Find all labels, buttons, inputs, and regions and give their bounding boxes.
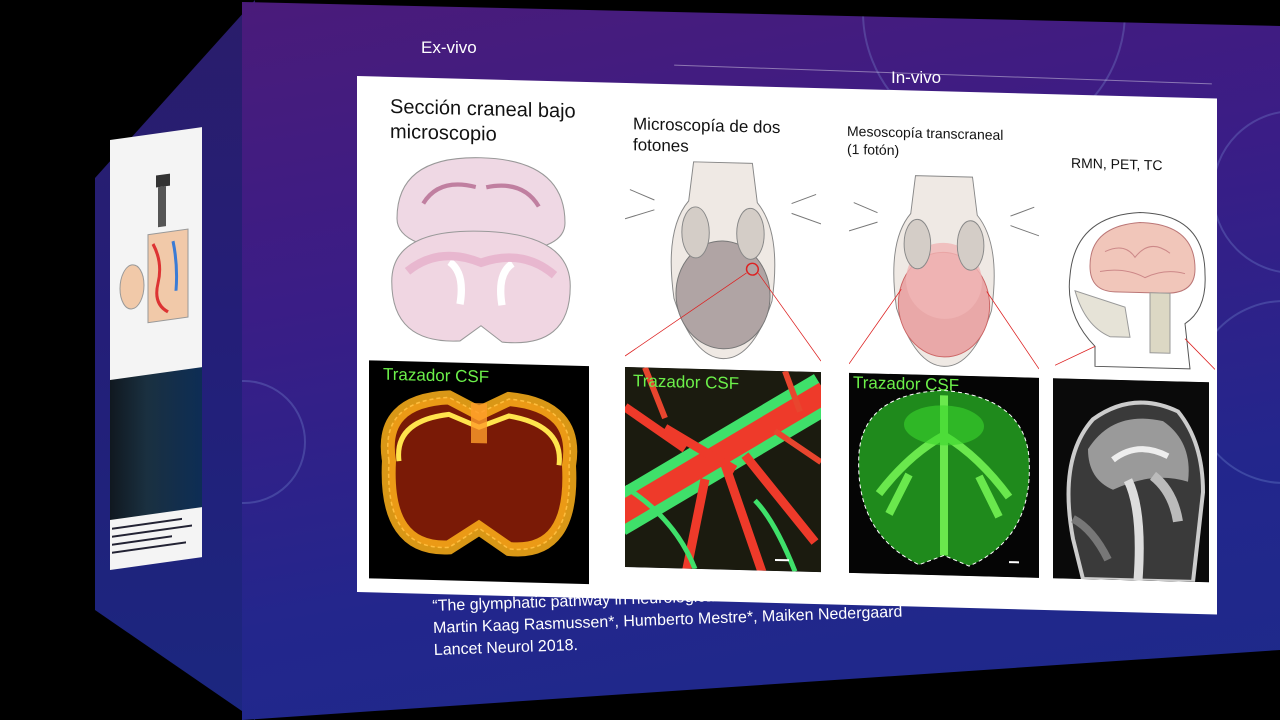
previous-slide-caption — [112, 513, 202, 559]
in-vivo-heading: In-vivo — [891, 68, 942, 87]
mri-sagittal-image — [1053, 378, 1209, 583]
previous-slide-images — [110, 367, 202, 520]
two-photon-tracer-image: Trazador CSF — [625, 367, 821, 573]
column-title-transcranial-mesoscopy: Mesoscopía transcraneal (1 fotón) — [847, 122, 1004, 158]
column-title-cranial-section: Sección craneal bajo microscopio — [390, 95, 576, 146]
mouse-head-two-photon-diagram — [625, 161, 821, 362]
tracer-label: Trazador CSF — [633, 371, 740, 394]
column-title-two-photon: Microscopía de dos fotones — [633, 114, 781, 156]
tracer-label: Trazador CSF — [383, 364, 490, 387]
imaging-methods-panel: Sección craneal bajo microscopio Trazado… — [357, 76, 1217, 615]
experimental-setup-diagram — [119, 173, 189, 324]
decor-ring — [242, 380, 306, 504]
mouse-head-mesoscopy-diagram — [849, 175, 1039, 370]
previous-slide-content — [110, 127, 202, 570]
ex-vivo-heading: Ex-vivo — [421, 38, 477, 57]
human-head-anatomy-diagram — [1055, 212, 1215, 370]
tracer-label: Trazador CSF — [853, 372, 960, 395]
decor-ring — [1212, 110, 1280, 274]
column-title-mri-pet-ct: RMN, PET, TC — [1071, 154, 1163, 174]
mesoscopy-tracer-image: Trazador CSF — [849, 372, 1039, 578]
cranial-section-tracer-image: Trazador CSF — [369, 360, 589, 585]
coronal-brain-section-diagram — [376, 144, 586, 360]
